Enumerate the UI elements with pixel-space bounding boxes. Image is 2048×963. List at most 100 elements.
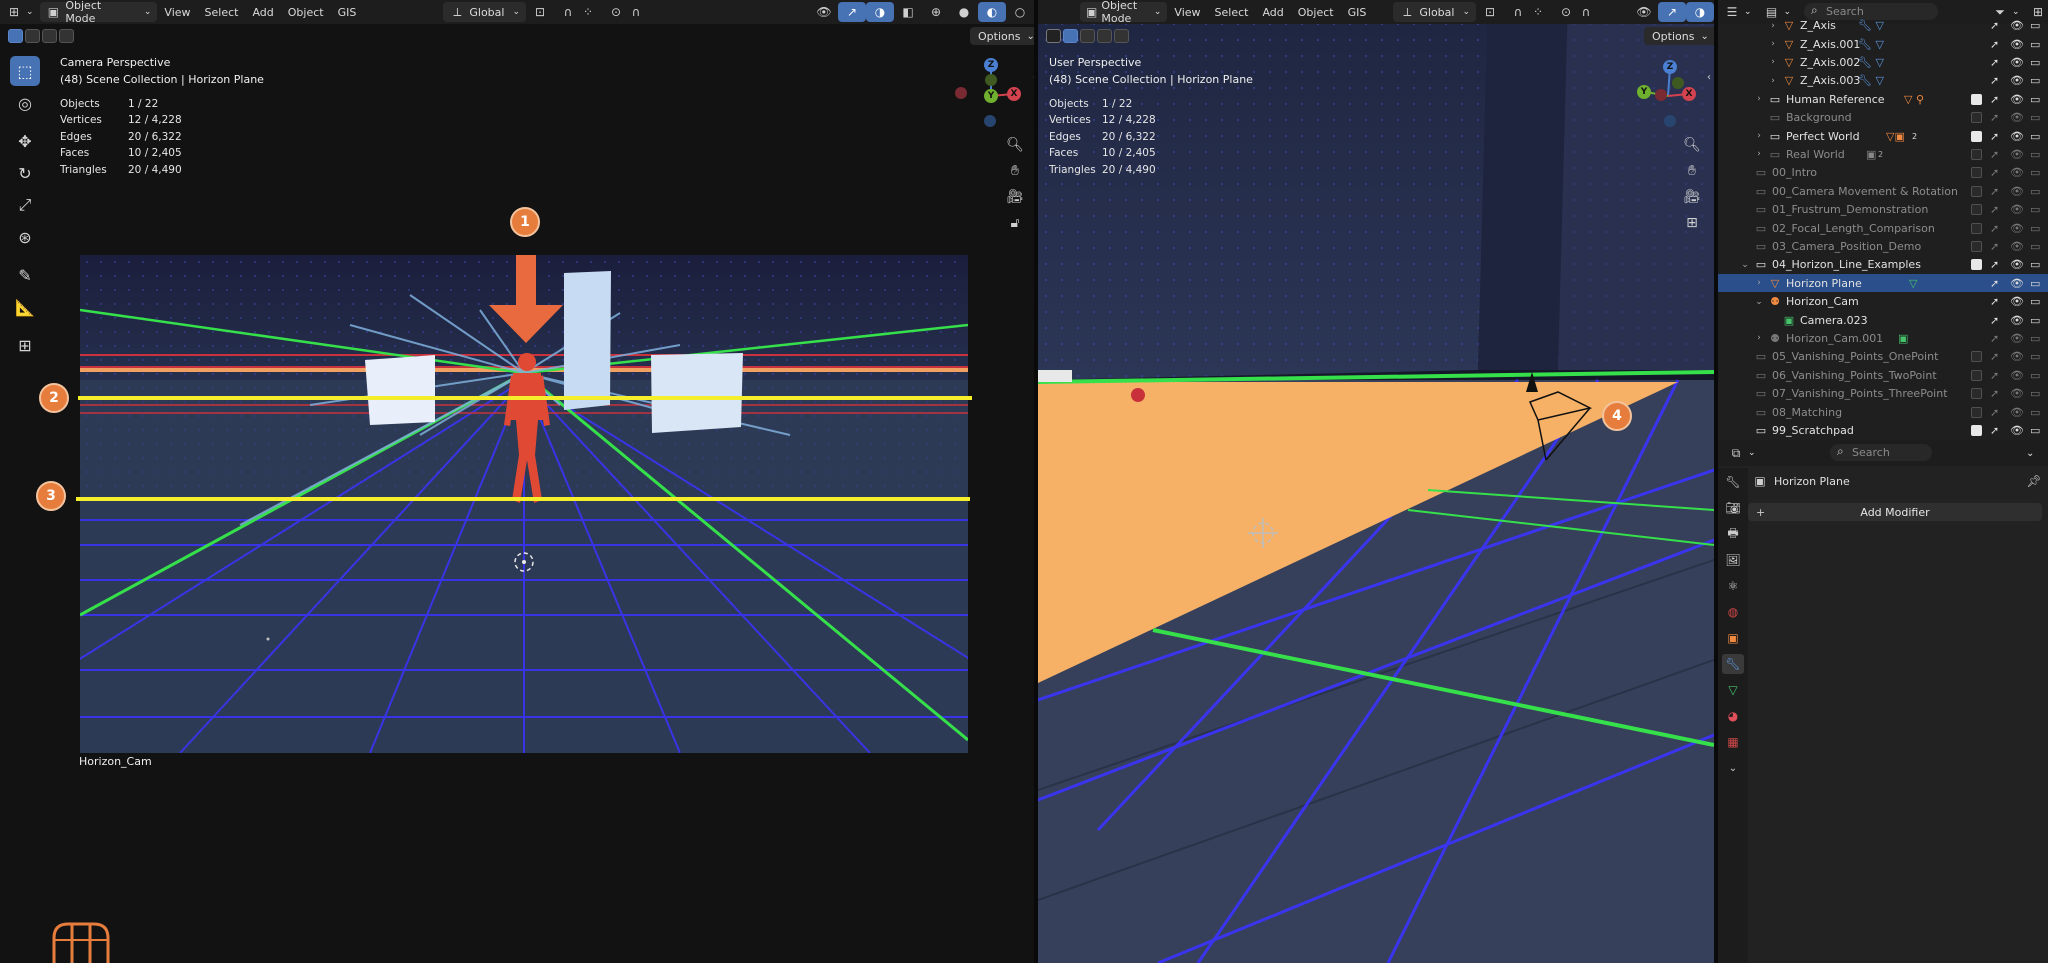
eye-icon[interactable]: 👁 (2010, 148, 2024, 161)
exclude-checkbox[interactable] (1971, 167, 1982, 179)
gizmo-neg-z[interactable] (1664, 115, 1676, 127)
collapse-arrow-icon[interactable]: ⌄ (1754, 297, 1764, 307)
snap-button[interactable]: ∩ ⁘ (1504, 2, 1552, 22)
overlays-toggle[interactable]: ◑ (866, 2, 894, 22)
cursor-tool[interactable]: ◎ (10, 88, 40, 118)
gizmo-toggle[interactable]: ↗ (838, 2, 866, 22)
outliner-row[interactable]: › ▽ Z_Axis 🔧︎ ▽ ➚ 👁 ▭ (1718, 17, 2048, 35)
select-arrow-icon[interactable]: ➚ (1990, 277, 1999, 290)
menu-view[interactable]: View (157, 6, 197, 19)
scene-icon[interactable]: ⚛︎ (1722, 576, 1744, 596)
properties-panel[interactable]: ⧉⌄ Search ⌄ 🔧︎ 📷︎ 🖶︎ 🖼︎ ⚛︎ ◍ ▣ 🔧︎ ▽ ◕ ▦ … (1718, 440, 2048, 963)
render-camera-icon[interactable]: ▭ (2030, 166, 2040, 179)
eye-icon[interactable]: 👁 (2010, 19, 2024, 32)
render-camera-icon[interactable]: ▭ (2030, 111, 2040, 124)
tool-icon[interactable]: 🔧︎ (1722, 472, 1744, 492)
eye-icon[interactable]: 👁 (2010, 387, 2024, 400)
eye-icon[interactable]: 👁 (2010, 277, 2024, 290)
annotate-tool[interactable]: ✎ (10, 260, 40, 290)
select-arrow-icon[interactable]: ➚ (1990, 185, 1999, 198)
eye-icon[interactable]: 👁 (2010, 295, 2024, 308)
select-arrow-icon[interactable]: ➚ (1990, 240, 1999, 253)
eye-icon[interactable]: 👁 (2010, 93, 2024, 106)
expand-arrow-icon[interactable]: › (1768, 57, 1778, 67)
menu-gis[interactable]: GIS (331, 6, 364, 19)
render-camera-icon[interactable]: ▭ (2030, 19, 2040, 32)
pivot-button[interactable]: ⊡ (1476, 2, 1504, 22)
modifier-icon[interactable]: 🔧︎ (1722, 654, 1744, 674)
collapse-button[interactable]: ⌄ (2020, 443, 2040, 463)
exclude-checkbox[interactable] (1971, 185, 1982, 197)
gizmo-z-axis[interactable]: Z (984, 58, 998, 72)
render-camera-icon[interactable]: ▭ (2030, 387, 2040, 400)
sidebar-toggle-icon[interactable]: ‹ (1024, 66, 1034, 88)
outliner-row[interactable]: ▭ 00_Camera Movement & Rotation ➚ 👁 ▭ (1718, 182, 2048, 200)
exclude-checkbox[interactable] (1971, 222, 1982, 234)
render-camera-icon[interactable]: ▭ (2030, 74, 2040, 87)
rotate-tool[interactable]: ↻ (10, 158, 40, 188)
render-camera-icon[interactable]: ▭ (2030, 369, 2040, 382)
select-arrow-icon[interactable]: ➚ (1990, 203, 1999, 216)
menu-object[interactable]: Object (1291, 6, 1341, 19)
expand-arrow-icon[interactable]: › (1754, 278, 1764, 288)
navigation-gizmo[interactable]: Z Y X (1632, 56, 1698, 128)
visibility-button[interactable]: 👁 (810, 2, 838, 22)
exclude-checkbox[interactable] (1971, 130, 1982, 142)
select-arrow-icon[interactable]: ➚ (1990, 387, 1999, 400)
pan-hand-icon[interactable]: ✋︎ (1681, 160, 1703, 182)
render-camera-icon[interactable]: ▭ (2030, 130, 2040, 143)
render-camera-icon[interactable]: ▭ (2030, 38, 2040, 51)
mode-dropdown[interactable]: ▣ Object Mode ⌄ (39, 0, 158, 25)
add-cube-tool[interactable]: ⊞ (10, 330, 40, 360)
camera-view-icon[interactable]: 🎥︎ (1681, 186, 1703, 208)
outliner-row[interactable]: ▭ 08_Matching ➚ 👁 ▭ (1718, 403, 2048, 421)
exclude-checkbox[interactable] (1971, 148, 1982, 160)
data-icon[interactable]: ▽ (1722, 680, 1744, 700)
world-icon[interactable]: ◍ (1722, 602, 1744, 622)
menu-add[interactable]: Add (1255, 6, 1290, 19)
properties-search-input[interactable]: Search (1830, 444, 1932, 461)
menu-add[interactable]: Add (245, 6, 280, 19)
gizmo-y-axis[interactable]: Y (984, 89, 998, 103)
render-camera-icon[interactable]: ▭ (2030, 406, 2040, 419)
exclude-checkbox[interactable] (1971, 424, 1982, 436)
outliner-row[interactable]: ▭ 03_Camera_Position_Demo ➚ 👁 ▭ (1718, 237, 2048, 255)
camera-view-icon[interactable]: 🎥︎ (1004, 186, 1026, 208)
outliner-row[interactable]: ⌄ ▭ 04_Horizon_Line_Examples ➚ 👁 ▭ (1718, 256, 2048, 274)
eye-icon[interactable]: 👁 (2010, 130, 2024, 143)
editor-type-button[interactable]: ⧉ ⌄ (1722, 443, 1762, 463)
outliner-row[interactable]: › ▽ Z_Axis.001 🔧︎ ▽ ➚ 👁 ▭ (1718, 35, 2048, 53)
gizmo-x-axis[interactable]: X (1682, 87, 1696, 101)
eye-icon[interactable]: 👁 (2010, 185, 2024, 198)
select-arrow-icon[interactable]: ➚ (1990, 74, 1999, 87)
expand-arrow-icon[interactable]: › (1768, 21, 1778, 31)
scale-tool[interactable]: ⤢ (10, 190, 40, 220)
outliner-row[interactable]: ▣ Camera.023 ➚ 👁 ▭ (1718, 311, 2048, 329)
outliner-panel[interactable]: ☰⌄ ▤⌄ Search ⏷⌄ ⊞ ›▽Z_Axis🔧︎ ▽➚👁▭›▽Z_Axi… (1718, 0, 2048, 440)
rendered-shading[interactable]: ○ (1006, 2, 1034, 22)
select-extend-icon[interactable] (25, 29, 40, 43)
gizmo-neg-y[interactable] (1672, 77, 1684, 89)
select-arrow-icon[interactable]: ➚ (1990, 350, 1999, 363)
output-icon[interactable]: 🖶︎ (1722, 524, 1744, 544)
expand-arrow-icon[interactable]: › (1754, 94, 1764, 104)
eye-icon[interactable]: 👁 (2010, 314, 2024, 327)
select-arrow-icon[interactable]: ➚ (1990, 56, 1999, 69)
select-arrow-icon[interactable]: ➚ (1990, 111, 1999, 124)
visibility-button[interactable]: 👁 (1630, 2, 1658, 22)
render-icon[interactable]: 📷︎ (1722, 498, 1744, 518)
select-subtract-icon[interactable] (1097, 29, 1112, 43)
outliner-row[interactable]: ▭ 05_Vanishing_Points_OnePoint ➚ 👁 ▭ (1718, 348, 2048, 366)
proportional-edit-button[interactable]: ⊙ ∩ (1552, 2, 1600, 22)
zoom-icon[interactable]: 🔍︎ (1004, 134, 1026, 156)
select-arrow-icon[interactable]: ➚ (1990, 314, 1999, 327)
render-camera-icon[interactable]: ▭ (2030, 277, 2040, 290)
expand-arrow-icon[interactable]: › (1754, 131, 1764, 141)
eye-icon[interactable]: 👁 (2010, 406, 2024, 419)
editor-type-button[interactable]: ⊞ ⌄ (0, 2, 40, 22)
outliner-row[interactable]: › ⚉ Horizon_Cam.001 ▣ ➚ 👁 ▭ (1718, 329, 2048, 347)
select-arrow-icon[interactable]: ➚ (1990, 369, 1999, 382)
select-intersect-icon[interactable] (1114, 29, 1129, 43)
outliner-row[interactable]: ▭ 06_Vanishing_Points_TwoPoint ➚ 👁 ▭ (1718, 366, 2048, 384)
gizmo-z-axis[interactable]: Z (1663, 60, 1677, 74)
